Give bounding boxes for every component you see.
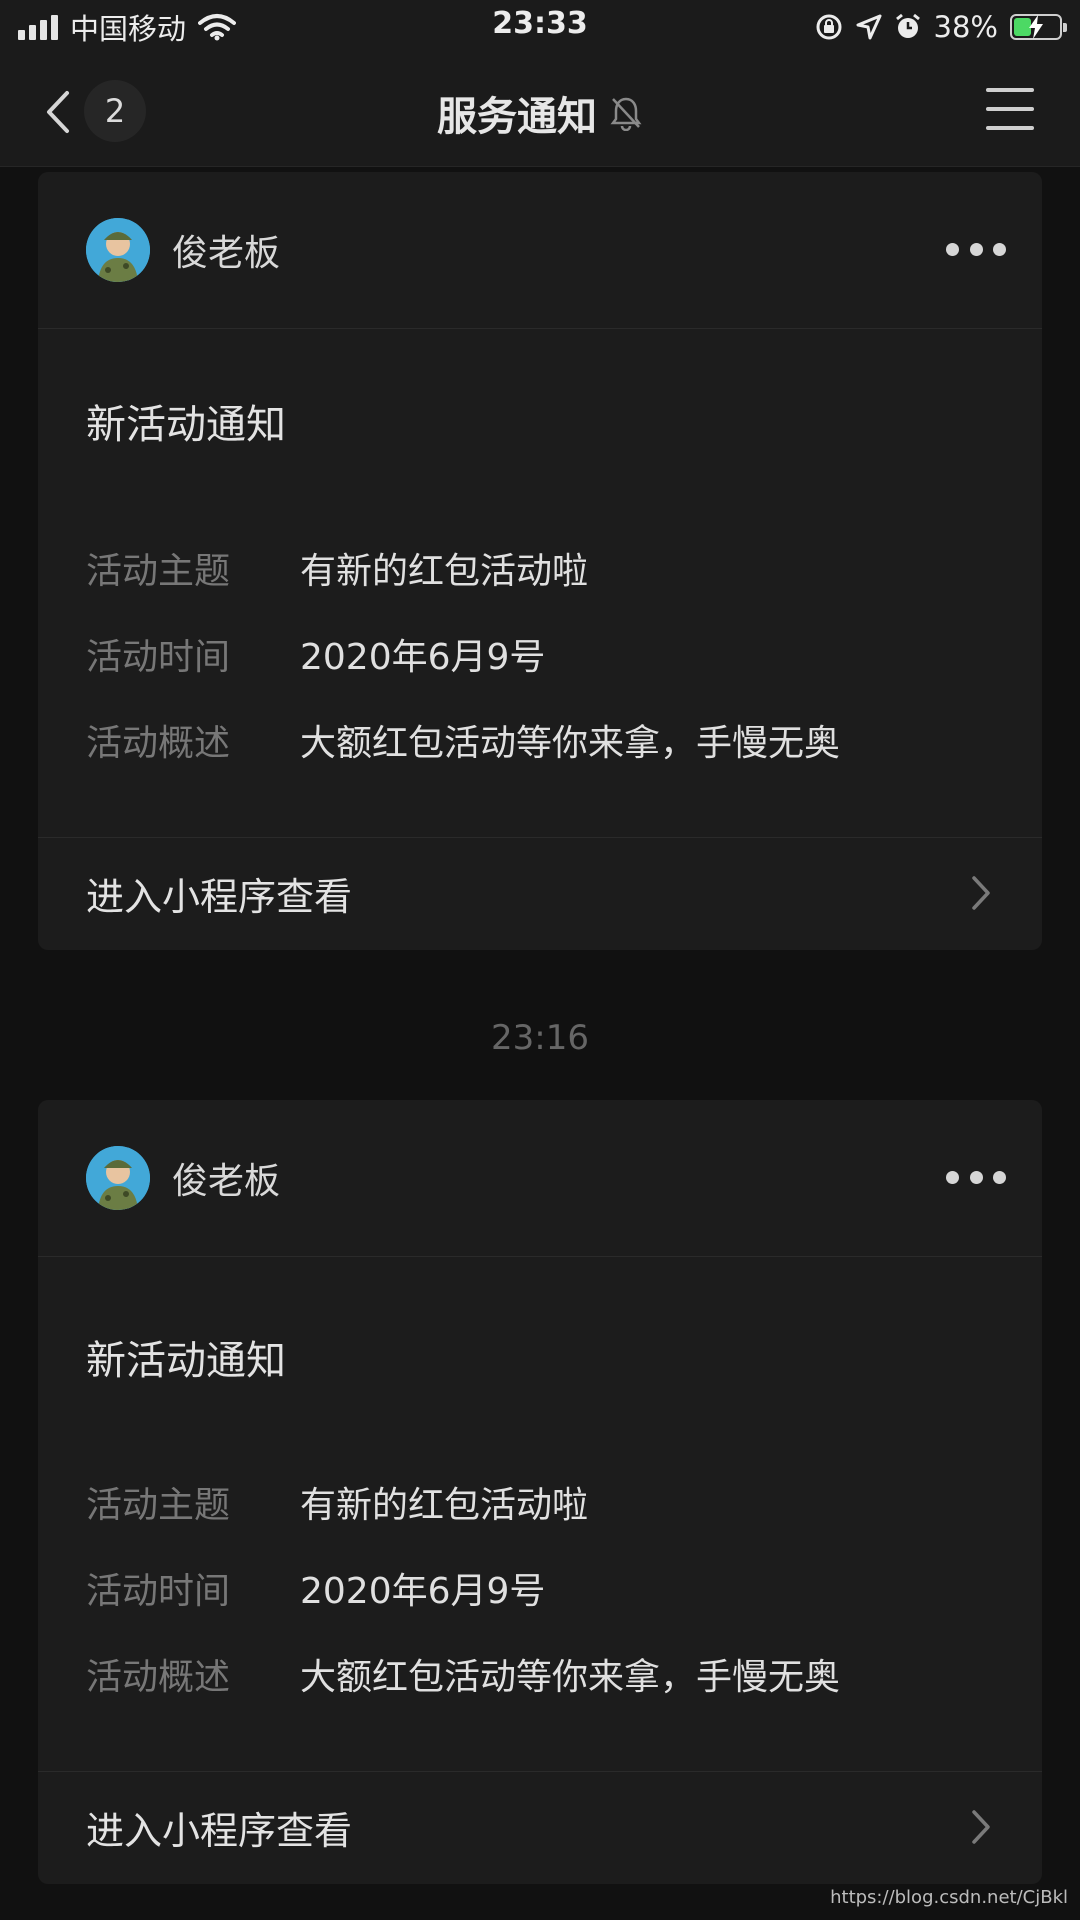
field-label-summary: 活动概述 [86,723,231,764]
chevron-right-icon [972,876,990,910]
sender-name[interactable]: 俊老板 [172,1152,280,1204]
charging-bolt-icon [1029,15,1043,39]
status-bar: 中国移动 23:33 38% [0,0,1080,58]
field-value-topic: 有新的红包活动啦 [300,551,589,592]
rotation-lock-icon [816,14,842,40]
field-label-summary: 活动概述 [86,1657,231,1698]
battery-percent: 38% [933,10,998,44]
open-mini-program-label: 进入小程序查看 [86,1809,353,1853]
open-mini-program-button[interactable]: 进入小程序查看 [38,1771,1042,1884]
watermark: https://blog.csdn.net/CjBkl [830,1887,1068,1908]
hamburger-menu-icon[interactable] [986,88,1034,134]
avatar-image-icon [86,218,150,282]
more-options-icon[interactable] [946,234,1006,264]
chevron-right-icon [972,1810,990,1844]
sender-name[interactable]: 俊老板 [172,224,280,276]
card-header: 俊老板 [38,172,1042,329]
more-options-icon[interactable] [946,1162,1006,1192]
field-label-time: 活动时间 [86,637,231,678]
field-label-topic: 活动主题 [86,1485,231,1526]
notification-card: 俊老板 新活动通知 活动主题 有新的红包活动啦 活动时间 2020年6月9号 活… [38,172,1042,950]
field-value-time: 2020年6月9号 [300,1571,546,1612]
page-title: 服务通知 [437,94,597,140]
open-mini-program-label: 进入小程序查看 [86,875,353,919]
sender-avatar[interactable] [86,1146,150,1210]
field-value-summary: 大额红包活动等你来拿，手慢无奥 [300,723,841,764]
card-header: 俊老板 [38,1100,1042,1257]
field-value-topic: 有新的红包活动啦 [300,1485,589,1526]
battery-icon [1010,14,1067,40]
notification-card: 俊老板 新活动通知 活动主题 有新的红包活动啦 活动时间 2020年6月9号 活… [38,1100,1042,1884]
card-title: 新活动通知 [86,1338,286,1384]
battery-tip [1063,23,1067,32]
field-value-summary: 大额红包活动等你来拿，手慢无奥 [300,1657,841,1698]
avatar-image-icon [86,1146,150,1210]
bell-muted-icon [610,97,642,131]
title-group: 服务通知 [0,84,1080,142]
sender-avatar[interactable] [86,218,150,282]
card-title: 新活动通知 [86,402,286,448]
field-value-time: 2020年6月9号 [300,637,546,678]
service-notifications-screen: 中国移动 23:33 38% 2 服务通知 俊老板 新活动通知 活动主题 有新的… [0,0,1080,1920]
alarm-icon [895,13,920,38]
status-right: 38% [814,8,1067,46]
location-icon [856,14,882,40]
navigation-bar: 2 服务通知 [0,58,1080,167]
open-mini-program-button[interactable]: 进入小程序查看 [38,837,1042,950]
field-label-time: 活动时间 [86,1571,231,1612]
message-timestamp: 23:16 [491,1018,589,1058]
field-label-topic: 活动主题 [86,551,231,592]
